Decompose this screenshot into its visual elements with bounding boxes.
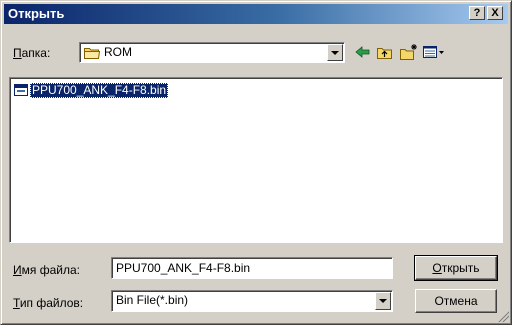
close-icon: X [491,7,499,19]
open-dialog: Открыть ? X Папка: ROM PPU700_ANK_F4-F8.… [0,0,512,325]
new-folder-icon [400,44,417,60]
chevron-down-icon[interactable] [327,44,343,61]
filetype-combo[interactable]: Bin File(*.bin) [111,290,393,312]
file-name: PPU700_ANK_F4-F8.bin [30,83,169,98]
look-in-value: ROM [104,45,132,59]
bin-file-icon [14,84,28,96]
up-folder-icon [377,48,392,59]
filename-input[interactable] [111,257,393,279]
window-title: Открыть [8,6,65,21]
filetype-label: Тип файлов: [13,296,84,310]
view-menu-icon [423,46,444,58]
help-button[interactable]: ? [469,6,485,20]
back-button[interactable] [353,43,373,61]
filetype-value: Bin File(*.bin) [116,293,189,307]
look-in-label: Папка: [13,46,51,60]
help-icon: ? [473,7,481,19]
chevron-down-icon[interactable] [375,292,391,310]
open-button[interactable]: Открыть [414,255,498,281]
close-button[interactable]: X [487,6,503,20]
filename-label: Имя файла: [13,263,80,277]
view-menu-button[interactable] [421,43,447,61]
new-folder-button[interactable] [399,43,419,61]
back-arrow-icon [355,46,370,58]
folder-icon [84,48,100,59]
resize-grip[interactable] [497,310,509,322]
title-bar[interactable]: Открыть ? X [4,4,508,24]
up-folder-button[interactable] [375,43,395,61]
file-list[interactable]: PPU700_ANK_F4-F8.bin [9,77,503,243]
look-in-combo[interactable]: ROM [79,42,345,63]
cancel-button[interactable]: Отмена [415,289,497,313]
